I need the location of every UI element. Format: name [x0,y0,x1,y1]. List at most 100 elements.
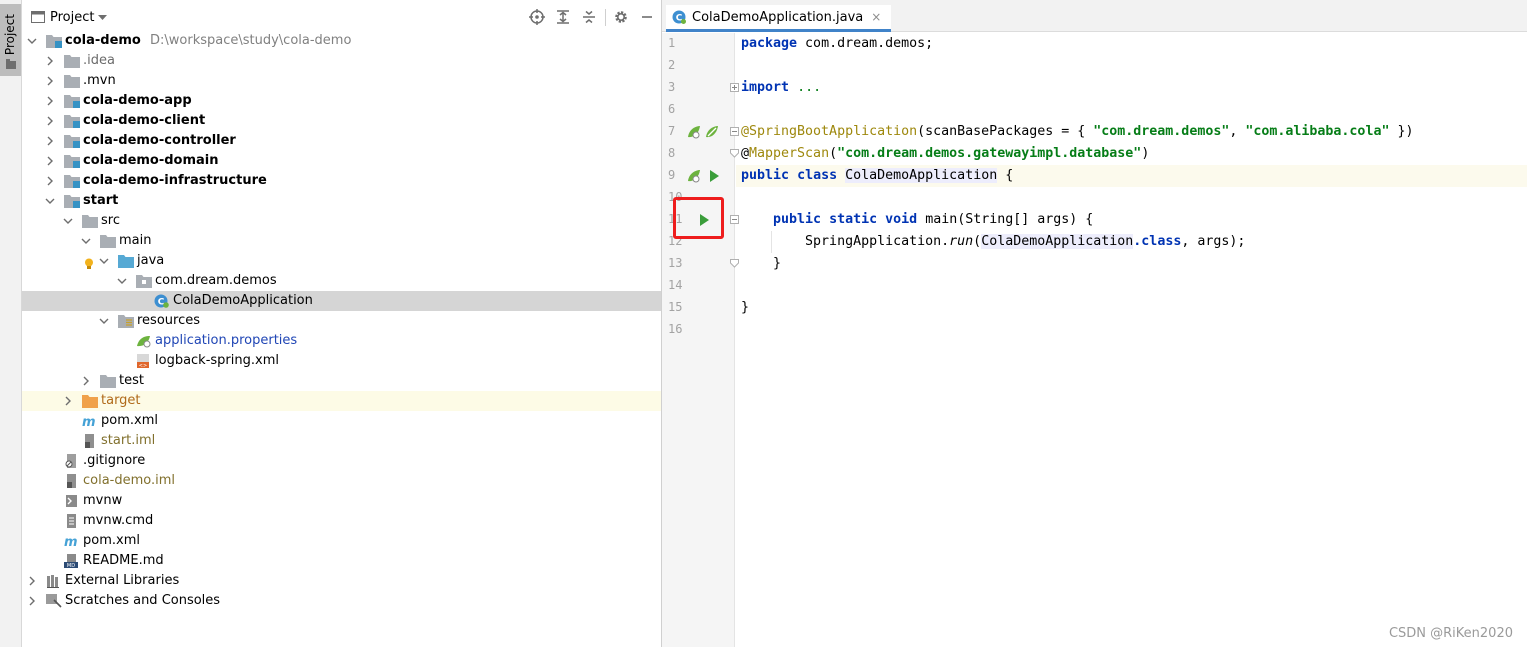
chevron-down-icon[interactable] [80,231,92,251]
chevron-right-icon[interactable] [44,171,56,191]
chevron-right-icon[interactable] [44,111,56,131]
tree-row[interactable]: cola-demo.iml [22,471,661,491]
gutter-line[interactable]: 2 [662,55,735,77]
code-token: }) [1389,124,1414,139]
chevron-down-icon[interactable] [44,191,56,211]
chevron-down-icon[interactable] [62,211,74,231]
tree-row[interactable]: .gitignore [22,451,661,471]
tree-row[interactable]: java [22,251,661,271]
run-icon[interactable] [708,169,720,187]
chevron-right-icon[interactable] [62,391,74,411]
tree-row[interactable]: start.iml [22,431,661,451]
chevron-right-icon[interactable] [80,371,92,391]
code-area[interactable]: package com.dream.demos; import ... @Sprin… [736,33,1527,647]
tree-row[interactable]: External Libraries [22,571,661,591]
run-icon[interactable] [698,213,710,231]
code-token: "com.dream.demos" [1093,124,1230,139]
editor-tab-bar: C ColaDemoApplication.java × [662,0,1527,32]
tree-row[interactable]: m pom.xml [22,411,661,431]
project-panel-title[interactable]: Project [50,10,94,25]
tree-row[interactable]: start [22,191,661,211]
gutter-line[interactable]: 12 [662,231,735,253]
code-line[interactable]: @SpringBootApplication(scanBasePackages … [736,121,1527,143]
tree-row[interactable]: mvnw [22,491,661,511]
code-line[interactable]: } [736,253,1527,275]
tree-row[interactable]: <> logback-spring.xml [22,351,661,371]
collapse-all-icon[interactable] [581,9,597,25]
tree-row[interactable]: cola-demo-app [22,91,661,111]
tree-row[interactable]: cola-demo-infrastructure [22,171,661,191]
tree-item-label: target [101,393,141,408]
chevron-right-icon[interactable] [44,151,56,171]
chevron-right-icon[interactable] [26,571,38,591]
chevron-right-icon[interactable] [44,51,56,71]
code-line[interactable]: public static void main(String[] args) { [736,209,1527,231]
code-token: main(String[] args) { [917,212,1094,227]
gutter-line[interactable]: 15 [662,297,735,319]
tree-item-label: ColaDemoApplication [173,293,313,308]
spring-bean-icon[interactable] [687,125,701,143]
tree-row[interactable]: cola-demo-controller [22,131,661,151]
gutter-line[interactable]: 3 [662,77,735,99]
chevron-right-icon[interactable] [44,91,56,111]
tree-row[interactable]: main [22,231,661,251]
spring-bean-icon[interactable] [687,169,701,187]
spring-leaf-icon[interactable] [705,125,719,143]
chevron-down-icon[interactable] [26,31,38,51]
chevron-right-icon[interactable] [44,71,56,91]
project-tool-tab[interactable]: Project [0,4,21,76]
tree-row[interactable]: C ColaDemoApplication [22,291,661,311]
editor-tab-colademoapplication[interactable]: C ColaDemoApplication.java × [666,5,892,32]
tree-row[interactable]: Scratches and Consoles [22,591,661,611]
tree-row[interactable]: cola-demo-client [22,111,661,131]
code-line[interactable] [736,99,1527,121]
gutter-line[interactable]: 13 [662,253,735,275]
tree-row[interactable]: MD README.md [22,551,661,571]
gear-icon[interactable] [613,9,629,25]
tree-row[interactable]: cola-demo D:\workspace\study\cola-demo [22,31,661,51]
code-line[interactable]: @MapperScan("com.dream.demos.gatewayimpl… [736,143,1527,165]
chevron-right-icon[interactable] [44,131,56,151]
gutter-line[interactable]: 6 [662,99,735,121]
tree-row[interactable]: .idea [22,51,661,71]
code-line[interactable] [736,187,1527,209]
chevron-right-icon[interactable] [26,591,38,611]
tree-row[interactable]: resources [22,311,661,331]
tree-row[interactable]: cola-demo-domain [22,151,661,171]
code-line[interactable]: package com.dream.demos; [736,33,1527,55]
tree-row[interactable]: test [22,371,661,391]
tree-row[interactable]: mvnw.cmd [22,511,661,531]
tree-row[interactable]: src [22,211,661,231]
gutter-line[interactable]: 1 [662,33,735,55]
line-number: 13 [668,256,683,270]
chevron-down-icon[interactable] [116,271,128,291]
expand-all-icon[interactable] [555,9,571,25]
code-line[interactable]: } [736,297,1527,319]
tree-item-label: cola-demo-app [83,93,192,108]
tree-row[interactable]: application.properties [22,331,661,351]
code-token: @ [741,146,750,161]
chevron-down-icon[interactable] [98,311,110,331]
close-icon[interactable]: × [871,10,881,24]
tree-row[interactable]: com.dream.demos [22,271,661,291]
code-line[interactable]: public class ColaDemoApplication { [736,165,1527,187]
minimize-icon[interactable] [639,9,655,25]
code-line[interactable]: import ... [736,77,1527,99]
code-line[interactable] [736,319,1527,341]
code-line[interactable] [736,55,1527,77]
crosshair-icon[interactable] [529,9,545,25]
tool-window-strip: Project [0,0,22,647]
chevron-down-icon[interactable] [98,251,110,271]
gutter-line[interactable]: 8 [662,143,735,165]
tree-row[interactable]: target [22,391,661,411]
gutter-line[interactable]: 16 [662,319,735,341]
gutter-line[interactable]: 14 [662,275,735,297]
gutter-line[interactable]: 10 [662,187,735,209]
lightbulb-icon[interactable] [84,258,94,274]
tree-row[interactable]: .mvn [22,71,661,91]
code-line[interactable] [736,275,1527,297]
tree-item-label: java [137,253,165,268]
chevron-down-icon[interactable] [98,15,107,21]
code-line[interactable]: SpringApplication.run(ColaDemoApplicatio… [736,231,1527,253]
tree-row[interactable]: m pom.xml [22,531,661,551]
